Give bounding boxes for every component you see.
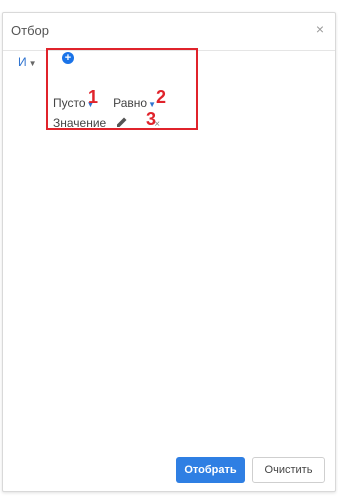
dialog-header: Отбор × <box>3 13 335 51</box>
operator-dropdown[interactable]: Равно▼ <box>113 96 156 110</box>
dialog-title: Отбор <box>11 23 49 38</box>
annotation-number-1: 1 <box>88 87 99 107</box>
field-label: Пусто <box>53 96 86 110</box>
logic-operator-dropdown[interactable]: И ▼ <box>18 55 37 69</box>
value-label[interactable]: Значение <box>53 116 106 130</box>
annotation-number-2: 2 <box>156 87 167 107</box>
chevron-down-icon: ▼ <box>148 100 157 109</box>
logic-operator-label: И <box>18 55 27 69</box>
pencil-icon[interactable] <box>116 116 128 128</box>
annotation-number-3: 3 <box>146 109 157 129</box>
close-icon[interactable]: × <box>313 22 327 36</box>
condition-row: Пусто ▼ Равно▼ <box>53 96 156 110</box>
clear-button[interactable]: Очистить <box>252 457 325 483</box>
apply-button[interactable]: Отобрать <box>176 457 245 483</box>
chevron-down-icon: ▼ <box>28 59 37 68</box>
value-row: Значение × <box>53 116 160 130</box>
operator-label: Равно <box>113 96 148 110</box>
